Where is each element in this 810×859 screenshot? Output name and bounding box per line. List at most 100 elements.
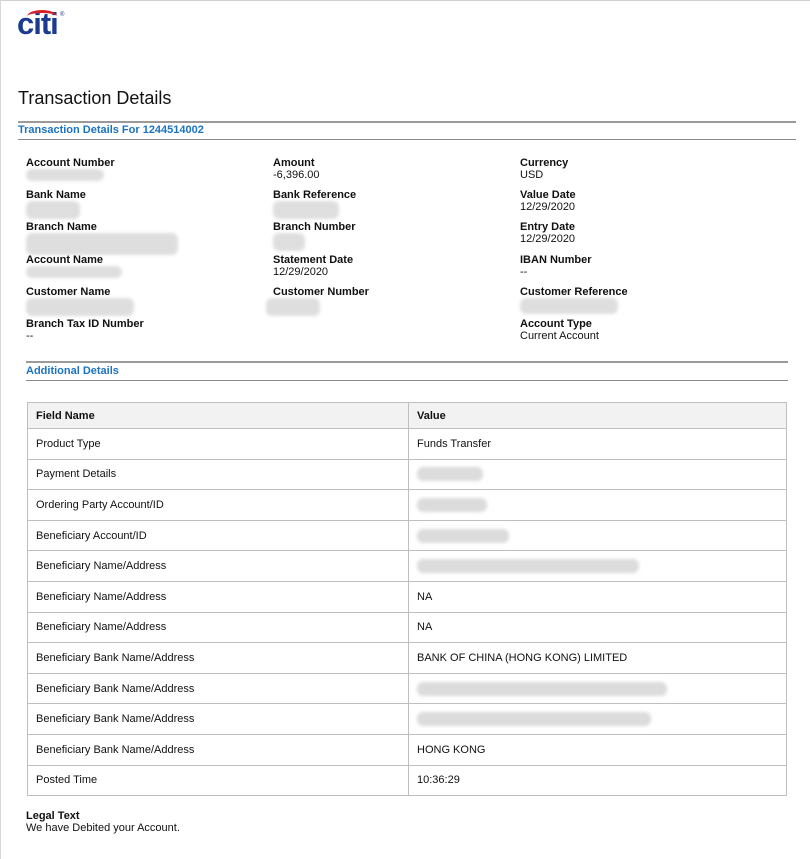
redacted-value	[26, 298, 134, 316]
table-row: Beneficiary Bank Name/Address	[27, 703, 787, 735]
redacted-value	[417, 467, 483, 482]
field-value: Current Account	[520, 330, 599, 342]
redacted-value	[417, 497, 487, 512]
redacted-value	[26, 233, 178, 255]
field-branch-number: Branch Number	[273, 221, 503, 233]
table-cell-value: NA	[408, 580, 787, 613]
field-iban-number: IBAN Number --	[520, 254, 750, 278]
redacted-value	[26, 201, 80, 219]
divider	[18, 121, 796, 123]
field-branch-tax-id: Branch Tax ID Number --	[26, 318, 256, 342]
table-cell-field: Beneficiary Name/Address	[27, 611, 409, 644]
table-row: Beneficiary Name/Address	[27, 550, 787, 582]
table-row: Beneficiary Bank Name/Address HONG KONG	[27, 733, 787, 766]
field-label: Customer Number	[273, 286, 369, 298]
redacted-value	[417, 528, 509, 543]
table-cell-value	[408, 489, 787, 521]
field-value: --	[26, 330, 34, 342]
table-row: Posted Time 10:36:29	[27, 764, 787, 797]
field-label: Currency	[520, 157, 569, 169]
field-bank-reference: Bank Reference	[273, 189, 503, 201]
redacted-value	[273, 233, 305, 251]
table-cell-value	[408, 672, 787, 705]
table-row: Payment Details	[27, 458, 787, 491]
divider	[18, 139, 796, 140]
field-branch-name: Branch Name	[26, 221, 256, 233]
column-header-field-name: Field Name	[27, 402, 409, 429]
redacted-value	[417, 559, 639, 574]
table-cell-field: Beneficiary Name/Address	[27, 550, 409, 582]
column-header-value: Value	[408, 402, 787, 429]
field-value: 12/29/2020	[520, 201, 576, 213]
field-label: Account Type	[520, 318, 592, 330]
table-row: Beneficiary Name/Address NA	[27, 611, 787, 644]
field-label: Statement Date	[273, 254, 354, 266]
field-label: Amount	[273, 157, 315, 169]
table-cell-value: NA	[408, 611, 787, 644]
field-label: Branch Tax ID Number	[26, 318, 144, 330]
table-row: Beneficiary Bank Name/Address BANK OF CH…	[27, 642, 787, 674]
field-label: Customer Reference	[520, 286, 628, 298]
field-value-date: Value Date 12/29/2020	[520, 189, 750, 213]
citi-logo: citi ®	[17, 6, 64, 41]
field-label: Branch Number	[273, 221, 356, 233]
field-statement-date: Statement Date 12/29/2020	[273, 254, 503, 278]
table-row: Beneficiary Bank Name/Address	[27, 672, 787, 705]
table-row: Ordering Party Account/ID	[27, 489, 787, 521]
logo-arc	[27, 10, 57, 23]
table-cell-field: Posted Time	[27, 764, 409, 797]
field-value: 12/29/2020	[520, 233, 576, 245]
field-label: Account Name	[26, 254, 104, 266]
field-entry-date: Entry Date 12/29/2020	[520, 221, 750, 245]
redacted-value	[417, 681, 667, 696]
table-cell-value	[408, 550, 787, 582]
field-label: Value Date	[520, 189, 576, 201]
divider	[26, 380, 788, 381]
field-value: USD	[520, 169, 544, 181]
field-label: Entry Date	[520, 221, 576, 233]
table-row: Beneficiary Name/Address NA	[27, 580, 787, 613]
redacted-value	[520, 298, 618, 314]
field-customer-number: Customer Number	[273, 286, 503, 298]
legal-text-title: Legal Text	[26, 810, 80, 822]
field-account-name: Account Name	[26, 254, 256, 266]
table-row: Beneficiary Account/ID	[27, 519, 787, 552]
table-cell-field: Beneficiary Account/ID	[27, 519, 409, 552]
table-cell-field: Payment Details	[27, 458, 409, 491]
field-label: Customer Name	[26, 286, 111, 298]
page-left-border	[0, 0, 1, 859]
redacted-value	[417, 712, 651, 727]
table-cell-field: Beneficiary Bank Name/Address	[27, 642, 409, 674]
field-value: --	[520, 266, 528, 278]
table-header-row: Field Name Value	[27, 402, 787, 429]
field-customer-reference: Customer Reference	[520, 286, 750, 298]
table-cell-value	[408, 703, 787, 735]
page-top-border	[0, 0, 810, 1]
redacted-value	[26, 169, 104, 181]
field-amount: Amount -6,396.00	[273, 157, 503, 181]
registered-mark: ®	[60, 12, 65, 18]
field-value: -6,396.00	[273, 169, 320, 181]
table-cell-value: 10:36:29	[408, 764, 787, 797]
redacted-value	[266, 298, 320, 316]
table-cell-field: Beneficiary Name/Address	[27, 580, 409, 613]
table-cell-field: Ordering Party Account/ID	[27, 489, 409, 521]
table-row: Product Type Funds Transfer	[27, 428, 787, 460]
field-label: Account Number	[26, 157, 115, 169]
divider	[26, 361, 788, 363]
field-currency: Currency USD	[520, 157, 750, 181]
table-cell-value: HONG KONG	[408, 733, 787, 766]
table-cell-value	[408, 458, 787, 491]
table-cell-value	[408, 519, 787, 552]
legal-text-body: We have Debited your Account.	[26, 822, 180, 834]
field-account-number: Account Number	[26, 157, 256, 169]
table-cell-field: Beneficiary Bank Name/Address	[27, 703, 409, 735]
page-title: Transaction Details	[18, 88, 172, 108]
table-cell-value: Funds Transfer	[408, 428, 787, 460]
field-label: Branch Name	[26, 221, 97, 233]
additional-details-table: Field Name Value Product Type Funds Tran…	[27, 402, 787, 797]
table-cell-field: Beneficiary Bank Name/Address	[27, 733, 409, 766]
table-cell-field: Product Type	[27, 428, 409, 460]
table-cell-value: BANK OF CHINA (HONG KONG) LIMITED	[408, 642, 787, 674]
section-header-additional: Additional Details	[26, 365, 119, 377]
